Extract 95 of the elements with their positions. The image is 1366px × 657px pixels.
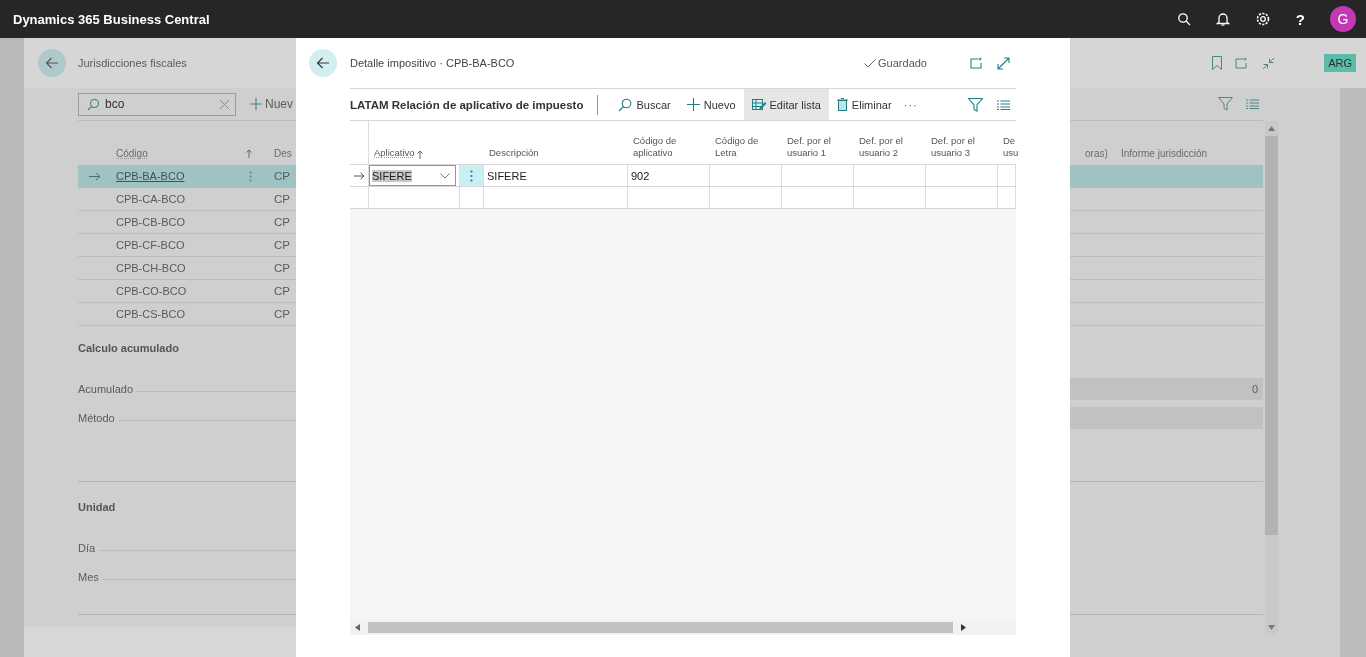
field-label: Acumulado	[78, 382, 135, 395]
back-arrow-icon	[45, 57, 59, 69]
back-button[interactable]	[309, 49, 337, 77]
column-header[interactable]: Def. por el usuario 3	[926, 121, 998, 164]
settings-icon[interactable]	[1254, 11, 1271, 27]
arrow-icon	[353, 171, 365, 180]
new-button[interactable]: Nuev	[250, 97, 293, 111]
table-row[interactable]: CPB-CO-BCO CP	[78, 280, 296, 303]
table-cell-text: CP	[273, 193, 291, 205]
scroll-right-icon[interactable]	[961, 624, 966, 631]
app-title: Dynamics 365 Business Central	[13, 11, 210, 27]
edit-list-icon	[751, 98, 766, 111]
scroll-up-icon[interactable]	[1268, 126, 1275, 131]
table-cell-text: CP	[273, 285, 291, 297]
column-header[interactable]: Informe jurisdicción	[1121, 148, 1208, 159]
list-view-icon[interactable]	[997, 99, 1010, 110]
table-cell-text: CP	[273, 216, 291, 228]
table-cell: 902	[628, 165, 710, 186]
field-label: Día	[78, 541, 97, 554]
sort-arrow-icon	[246, 149, 252, 158]
table-cell-text: CP	[273, 170, 291, 182]
code-link[interactable]: CPB-BA-BCO	[116, 170, 185, 182]
back-button[interactable]	[38, 49, 66, 77]
arrow-icon	[89, 171, 101, 181]
search-icon	[87, 97, 100, 111]
column-header[interactable]: De usu	[998, 121, 1016, 164]
column-header[interactable]: Aplicativo	[369, 121, 460, 164]
toolbar-button[interactable]: Buscar	[610, 89, 679, 120]
field-value[interactable]	[1070, 406, 1263, 429]
table-row[interactable]: CPB-CB-BCO CP	[78, 211, 296, 234]
table-row[interactable]: CPB-CF-BCO CP	[78, 234, 296, 257]
horizontal-scrollbar[interactable]	[350, 620, 1016, 635]
bell-icon[interactable]	[1215, 11, 1230, 27]
saved-status: Guardado	[864, 57, 927, 69]
checkmark-icon	[864, 58, 877, 68]
bookmark-icon[interactable]	[1212, 56, 1223, 70]
scroll-left-icon[interactable]	[355, 624, 360, 631]
column-header[interactable]: Des	[266, 148, 296, 159]
dialog-title: Detalle impositivo · CPB-BA-BCO	[350, 57, 515, 69]
code-link[interactable]: CPB-CS-BCO	[116, 308, 186, 320]
code-link[interactable]: CPB-CF-BCO	[116, 239, 185, 251]
clear-icon[interactable]	[219, 98, 230, 110]
column-header[interactable]: Def. por el usuario 2	[854, 121, 926, 164]
code-link[interactable]: CPB-CO-BCO	[116, 285, 187, 297]
back-arrow-icon	[316, 57, 330, 69]
more-icon[interactable]	[470, 169, 473, 182]
code-link[interactable]: CPB-CA-BCO	[116, 193, 186, 205]
dropdown-field[interactable]: SIFERE	[369, 165, 456, 186]
more-button[interactable]: ···	[899, 98, 922, 111]
sort-arrow-icon	[416, 150, 423, 159]
section-title: Calculo acumulado	[78, 342, 179, 354]
trash-icon	[836, 98, 848, 111]
section-title: Unidad	[78, 501, 116, 513]
toolbar-button[interactable]: Eliminar	[828, 89, 900, 120]
table-row[interactable]: CPB-CH-BCO CP	[78, 257, 296, 280]
table-cell-text: CP	[273, 308, 291, 320]
table-row[interactable]: CPB-CS-BCO CP	[78, 303, 296, 326]
table-cell-text: CP	[273, 239, 291, 251]
filter-icon[interactable]	[1218, 97, 1233, 111]
chevron-down-icon	[440, 172, 450, 179]
column-header[interactable]: Código	[112, 148, 266, 159]
column-header[interactable]: Def. por el usuario 1	[782, 121, 854, 164]
field-label: Mes	[78, 570, 100, 583]
list-title: LATAM Relación de aplicativo de impuesto	[350, 98, 584, 111]
search-icon[interactable]	[1176, 12, 1191, 26]
user-avatar[interactable]: G	[1330, 6, 1356, 32]
open-in-new-window-icon[interactable]	[970, 57, 984, 69]
open-in-new-window-icon[interactable]	[1235, 57, 1250, 69]
help-button[interactable]: ?	[1295, 10, 1305, 28]
search-field[interactable]: bco	[78, 92, 236, 116]
plus-icon	[250, 98, 262, 110]
column-header[interactable]: oras)	[1085, 148, 1121, 159]
list-view-icon[interactable]	[1246, 99, 1259, 109]
toolbar-button[interactable]: Editar lista	[743, 89, 829, 120]
search-icon	[618, 97, 633, 112]
plus-icon	[686, 98, 700, 111]
field-value[interactable]: 0	[1070, 377, 1263, 400]
table-row[interactable]: CPB-BA-BCO CP	[78, 165, 296, 188]
company-badge[interactable]: ARG	[1324, 54, 1356, 72]
scroll-down-icon[interactable]	[1268, 625, 1275, 630]
table-cell-text: CP	[273, 262, 291, 274]
table-cell: SIFERE	[484, 165, 628, 186]
toolbar-button[interactable]: Nuevo	[678, 89, 744, 120]
page-title: Jurisdicciones fiscales	[78, 57, 187, 69]
column-header[interactable]: Código de aplicativo	[628, 121, 710, 164]
code-link[interactable]: CPB-CH-BCO	[116, 262, 186, 274]
filter-icon[interactable]	[968, 97, 983, 112]
vertical-scrollbar[interactable]	[1265, 121, 1278, 635]
code-link[interactable]: CPB-CB-BCO	[116, 216, 186, 228]
column-header[interactable]: Código de Letra	[710, 121, 782, 164]
field-label: Método	[78, 411, 116, 424]
expand-icon[interactable]	[997, 56, 1010, 70]
collapse-icon[interactable]	[1262, 56, 1276, 70]
table-row[interactable]: CPB-CA-BCO CP	[78, 188, 296, 211]
column-header[interactable]: Descripción	[484, 121, 628, 164]
